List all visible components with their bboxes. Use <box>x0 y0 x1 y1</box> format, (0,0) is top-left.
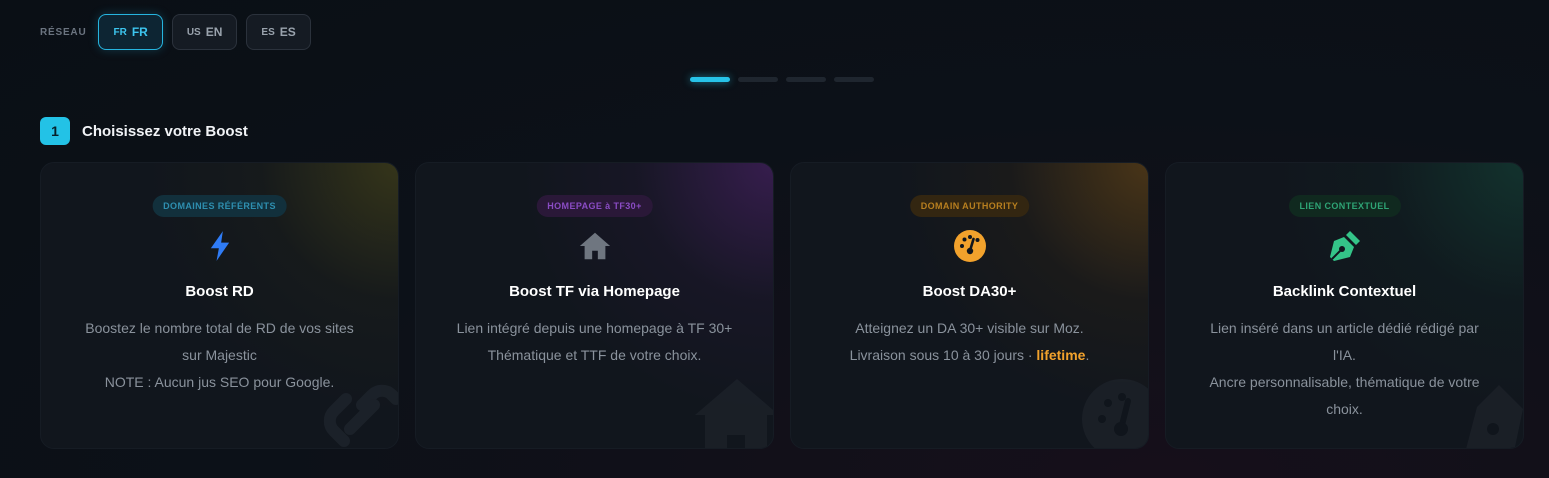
gauge-watermark-icon <box>1074 371 1148 448</box>
lightning-icon <box>203 229 237 263</box>
step-number-badge: 1 <box>40 117 70 145</box>
boost-card-da[interactable]: DOMAIN AUTHORITY Boost DA30+ Atteignez u… <box>790 162 1149 449</box>
card-title: Boost RD <box>185 283 254 300</box>
step-progress <box>690 77 874 82</box>
card-badge: HOMEPAGE à TF30+ <box>536 195 653 217</box>
card-description: Atteignez un DA 30+ visible sur Moz. Liv… <box>811 315 1128 369</box>
boost-card-backlink[interactable]: LIEN CONTEXTUEL Backlink Contextuel Lien… <box>1165 162 1524 449</box>
lang-button-fr[interactable]: FR FR <box>98 14 163 50</box>
delivery-text: Livraison sous 10 à 30 jours · <box>849 347 1037 363</box>
card-title: Boost TF via Homepage <box>509 283 680 300</box>
boost-cards: DOMAINES RÉFÉRENTS Boost RD Boostez le n… <box>40 162 1524 449</box>
step-title: Choisissez votre Boost <box>82 122 248 140</box>
lang-button-es[interactable]: ES ES <box>246 14 311 50</box>
card-desc-line: Livraison sous 10 à 30 jours · lifetime. <box>811 342 1128 369</box>
card-desc-line: sur Majestic <box>182 347 257 363</box>
delivery-suffix: . <box>1085 347 1090 363</box>
lang-code: FR <box>131 25 148 39</box>
card-badge: DOMAINES RÉFÉRENTS <box>152 195 287 217</box>
card-desc-line: Lien intégré depuis une homepage à TF 30… <box>456 320 733 336</box>
gauge-icon <box>953 229 987 263</box>
card-desc-line: Atteignez un DA 30+ visible sur Moz. <box>855 320 1084 336</box>
lang-button-en[interactable]: US EN <box>171 14 238 50</box>
progress-step-3 <box>786 77 826 82</box>
progress-step-1 <box>690 77 730 82</box>
boost-card-tf[interactable]: HOMEPAGE à TF30+ Boost TF via Homepage L… <box>415 162 774 449</box>
card-desc-line: Boostez le nombre total de RD de vos sit… <box>85 320 354 336</box>
lang-code: EN <box>205 25 223 39</box>
lifetime-highlight: lifetime <box>1036 347 1086 363</box>
card-badge: LIEN CONTEXTUEL <box>1288 195 1401 217</box>
card-desc-line: l'IA. <box>1333 347 1356 363</box>
pen-nib-icon <box>1328 229 1362 263</box>
card-title: Boost DA30+ <box>922 283 1017 300</box>
card-title: Backlink Contextuel <box>1272 283 1417 300</box>
card-description: Lien inséré dans un article dédié rédigé… <box>1186 315 1503 423</box>
card-desc-line: Thématique et TTF de votre choix. <box>487 347 702 363</box>
flag-fr-icon: FR <box>113 26 127 38</box>
lang-code: ES <box>279 25 296 39</box>
progress-step-4 <box>834 77 874 82</box>
card-description: Lien intégré depuis une homepage à TF 30… <box>436 315 753 369</box>
flag-us-icon: US <box>186 26 201 38</box>
progress-step-2 <box>738 77 778 82</box>
home-watermark-icon <box>687 371 773 448</box>
card-desc-line: Lien inséré dans un article dédié rédigé… <box>1210 320 1479 336</box>
link-watermark-icon <box>314 371 398 448</box>
pen-watermark-icon <box>1459 371 1523 448</box>
card-badge: DOMAIN AUTHORITY <box>909 195 1030 217</box>
network-label: RÉSEAU <box>40 26 87 38</box>
card-desc-line: choix. <box>1326 401 1363 417</box>
flag-es-icon: ES <box>261 26 275 38</box>
boost-card-rd[interactable]: DOMAINES RÉFÉRENTS Boost RD Boostez le n… <box>40 162 399 449</box>
network-selector: RÉSEAU FR FR US EN ES ES <box>40 14 311 50</box>
card-desc-line: Ancre personnalisable, thématique de vot… <box>1209 374 1480 390</box>
boost-selector-page: RÉSEAU FR FR US EN ES ES 1 Choisissez vo… <box>0 0 1549 478</box>
home-icon <box>578 229 612 263</box>
step-header: 1 Choisissez votre Boost <box>40 117 248 145</box>
